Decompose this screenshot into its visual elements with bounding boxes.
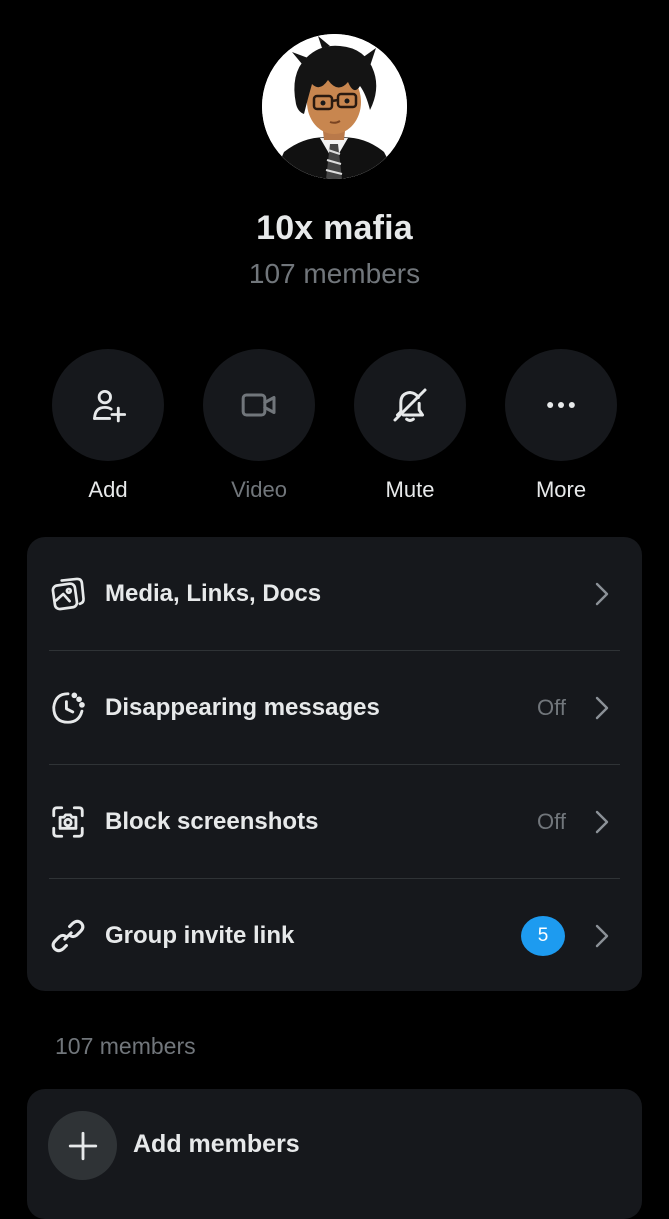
group-invite-link-label: Group invite link <box>105 921 295 949</box>
video-button-circle[interactable] <box>203 349 315 461</box>
video-button-label: Video <box>231 477 287 502</box>
group-avatar[interactable] <box>262 34 407 179</box>
action-bar: Add Video Mute More <box>0 349 669 502</box>
link-icon <box>51 919 85 953</box>
chevron-right-icon <box>595 696 609 720</box>
group-name: 10x mafia <box>256 209 413 247</box>
block-screenshots-row[interactable]: Block screenshots Off <box>27 765 642 878</box>
more-button[interactable]: More <box>486 349 636 503</box>
disappearing-messages-value: Off <box>537 694 566 720</box>
timer-clock-icon <box>52 692 85 724</box>
more-button-label: More <box>535 477 587 502</box>
settings-card: Media, Links, Docs Disappearing messages… <box>27 537 642 991</box>
plus-icon <box>68 1131 97 1160</box>
members-card: Add members <box>27 1089 642 1219</box>
chevron-right-icon <box>595 924 609 948</box>
chevron-right-icon <box>595 810 609 834</box>
group-invite-link-row[interactable]: Group invite link 5 <box>27 879 642 992</box>
add-members-button[interactable]: Add members <box>27 1089 642 1202</box>
add-user-icon <box>93 389 127 423</box>
block-screenshots-value: Off <box>537 808 566 834</box>
disappearing-messages-label: Disappearing messages <box>105 693 380 721</box>
members-section-header: 107 members <box>55 1033 196 1059</box>
add-button-label: Add <box>88 477 128 502</box>
member-count: 107 members <box>248 258 421 289</box>
add-button[interactable]: Add <box>33 349 183 503</box>
invite-count-badge: 5 <box>521 916 565 956</box>
add-members-circle[interactable] <box>48 1111 117 1180</box>
mute-button-circle[interactable] <box>354 349 466 461</box>
video-button[interactable]: Video <box>184 349 334 503</box>
block-screenshots-label: Block screenshots <box>105 807 319 835</box>
media-gallery-icon <box>51 577 85 611</box>
video-camera-icon <box>241 393 276 417</box>
media-links-docs-row[interactable]: Media, Links, Docs <box>27 537 642 650</box>
bell-off-icon <box>393 388 427 422</box>
more-dots-icon <box>547 402 575 408</box>
more-button-circle[interactable] <box>505 349 617 461</box>
disappearing-messages-row[interactable]: Disappearing messages Off <box>27 651 642 764</box>
media-links-docs-label: Media, Links, Docs <box>105 579 322 607</box>
mute-button-label: Mute <box>385 477 435 502</box>
mute-button[interactable]: Mute <box>335 349 485 503</box>
camera-scan-icon <box>52 806 84 838</box>
add-button-circle[interactable] <box>52 349 164 461</box>
chevron-right-icon <box>595 582 609 606</box>
add-members-label: Add members <box>133 1130 300 1158</box>
